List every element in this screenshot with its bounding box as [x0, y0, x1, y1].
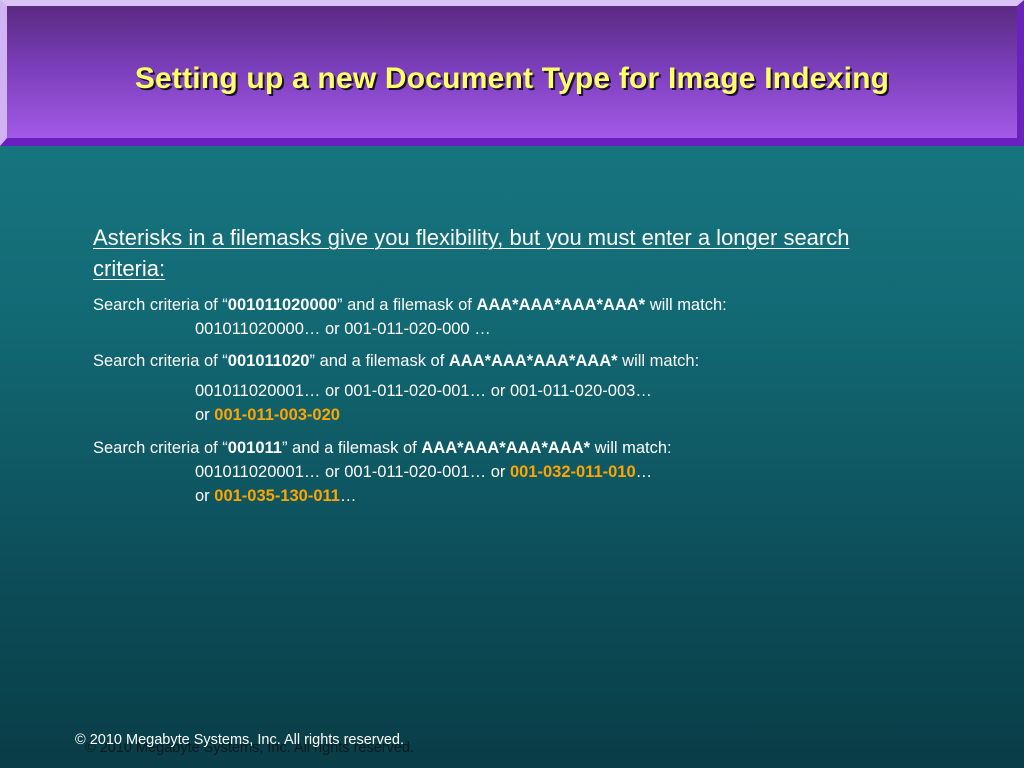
example-3-or-line: or 001-035-130-011… — [93, 484, 913, 508]
example-1-mask: AAA*AAA*AAA*AAA* — [476, 296, 646, 314]
example-2-middle: ” and a filemask of — [309, 352, 449, 370]
example-3-prefix: Search criteria of “ — [93, 439, 228, 457]
example-3-line: Search criteria of “001011” and a filema… — [93, 436, 913, 460]
example-1-middle: ” and a filemask of — [337, 296, 477, 314]
content-heading: Asterisks in a filemasks give you flexib… — [93, 225, 850, 281]
example-2-prefix: Search criteria of “ — [93, 352, 228, 370]
example-1-prefix: Search criteria of “ — [93, 296, 228, 314]
example-2-line: Search criteria of “001011020” and a fil… — [93, 349, 913, 373]
example-3-matches: 001011020001… or 001-011-020-001… or 001… — [93, 460, 913, 484]
example-1-matches: 001011020000… or 001-011-020-000 … — [195, 320, 491, 338]
example-3-ellipsis-2: … — [339, 487, 357, 505]
example-3-suffix: will match: — [590, 439, 672, 457]
example-3-matches-prefix: 001011020001… or 001-011-020-001… or — [195, 463, 510, 481]
example-2-highlight: 001-011-003-020 — [214, 406, 340, 424]
example-1-suffix: will match: — [645, 296, 727, 314]
example-2-matches: 001011020001… or 001-011-020-001… or 001… — [195, 382, 652, 400]
slide-title: Setting up a new Document Type for Image… — [134, 62, 890, 95]
example-3-highlight-2: 001-035-130-011 — [214, 487, 340, 505]
example-3-or-label: or — [195, 487, 215, 505]
example-3-ellipsis-1: … — [635, 463, 653, 481]
example-3-mask: AAA*AAA*AAA*AAA* — [421, 439, 591, 457]
slide-content: Asterisks in a filemasks give you flexib… — [93, 222, 913, 508]
copyright-footer: © 2010 Megabyte Systems, Inc. All rights… — [75, 732, 405, 748]
example-3-middle: ” and a filemask of — [281, 439, 422, 457]
example-2-criteria: 001011020 — [227, 352, 310, 370]
example-1-criteria: 001011020000 — [227, 296, 338, 314]
example-2-suffix: will match: — [617, 352, 700, 370]
example-2-or-line: or 001-011-003-020 — [93, 403, 913, 427]
example-2-or-label: or — [195, 406, 215, 424]
example-1-line: Search criteria of “001011020000” and a … — [93, 293, 913, 317]
example-2-mask: AAA*AAA*AAA*AAA* — [448, 352, 618, 370]
example-3-highlight-1: 001-032-011-010 — [509, 463, 636, 481]
example-3-criteria: 001011 — [227, 439, 282, 457]
